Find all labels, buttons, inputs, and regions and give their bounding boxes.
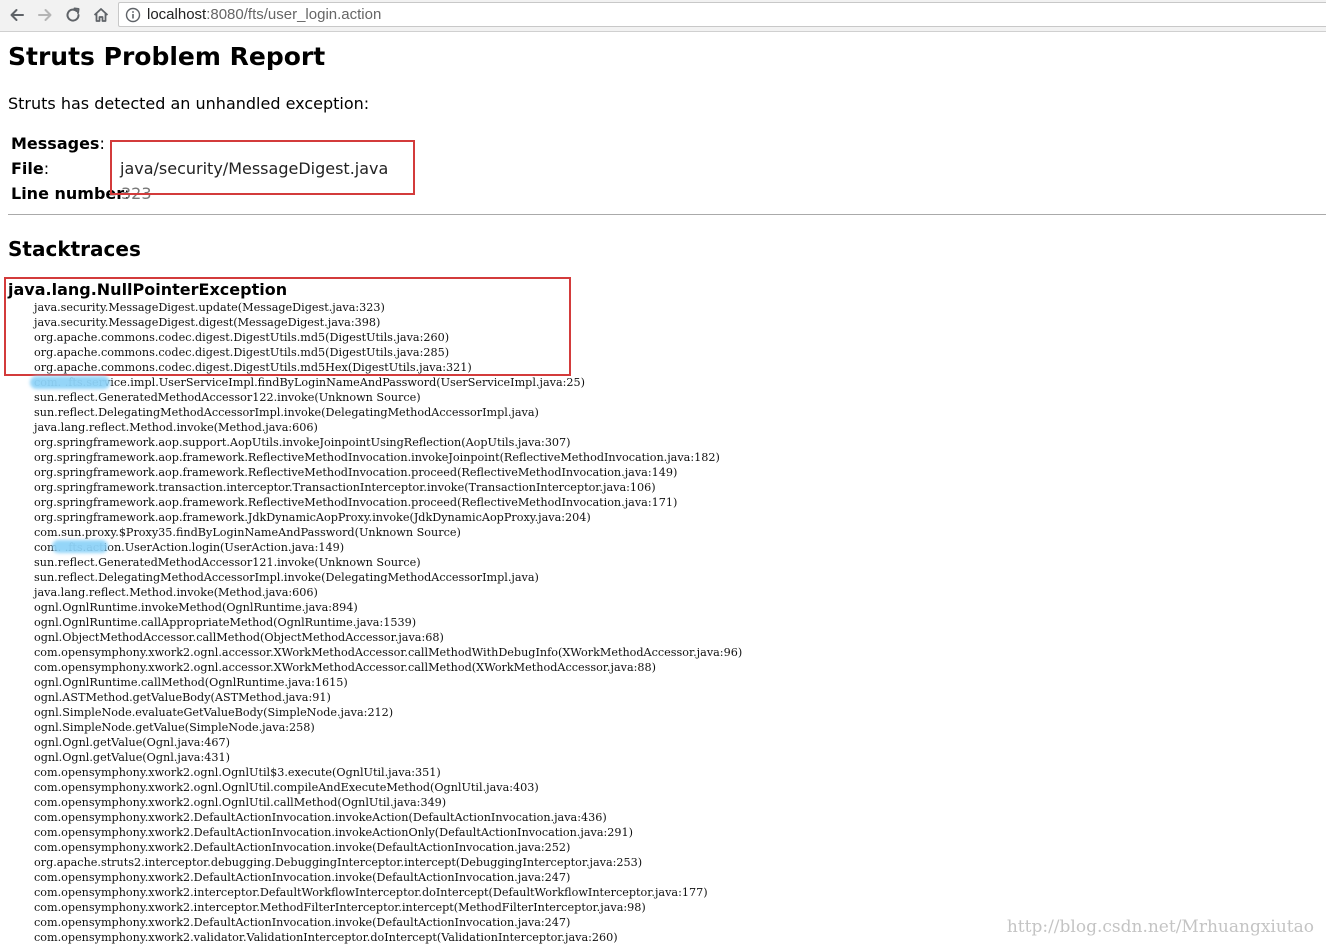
messages-label-text: Messages [11, 134, 100, 153]
stacktrace-line: org.springframework.aop.framework.Reflec… [34, 451, 720, 464]
stacktrace-line: org.springframework.aop.framework.JdkDyn… [34, 511, 591, 524]
stacktrace-line: ognl.SimpleNode.getValue(SimpleNode.java… [34, 721, 315, 734]
home-button[interactable] [89, 3, 113, 27]
forward-button[interactable] [33, 3, 57, 27]
stacktrace-line: ognl.OgnlRuntime.callAppropriateMethod(O… [34, 616, 417, 629]
stacktrace-line: java.lang.reflect.Method.invoke(Method.j… [34, 586, 318, 599]
back-button[interactable] [5, 3, 29, 27]
exception-name: java.lang.NullPointerException [8, 280, 288, 299]
stacktrace-line: ognl.ASTMethod.getValueBody(ASTMethod.ja… [34, 691, 331, 704]
stacktrace-line: com.opensymphony.xwork2.validator.Valida… [34, 931, 618, 944]
stacktrace-line: ognl.Ognl.getValue(Ognl.java:467) [34, 736, 230, 749]
stacktrace-line: org.apache.commons.codec.digest.DigestUt… [34, 346, 450, 359]
redaction-mask [52, 540, 108, 553]
file-label-colon: : [43, 159, 50, 178]
stacktrace-line: org.apache.commons.codec.digest.DigestUt… [34, 361, 472, 374]
stacktrace-line: com.opensymphony.xwork2.ognl.OgnlUtil.ca… [34, 796, 447, 809]
url-text[interactable]: localhost:8080/fts/user_login.action [147, 6, 381, 23]
home-icon [93, 8, 109, 22]
browser-toolbar: localhost:8080/fts/user_login.action [0, 0, 1326, 32]
stacktrace-line: org.springframework.aop.framework.Reflec… [34, 466, 678, 479]
stacktrace-line: ognl.ObjectMethodAccessor.callMethod(Obj… [34, 631, 444, 644]
stacktrace-line: com.opensymphony.xwork2.interceptor.Defa… [34, 886, 708, 899]
stacktrace-line: ognl.OgnlRuntime.callMethod(OgnlRuntime.… [34, 676, 348, 689]
file-label-text: File [11, 159, 44, 178]
stacktrace-line: com.opensymphony.xwork2.DefaultActionInv… [34, 841, 571, 854]
stacktrace-line: java.security.MessageDigest.update(Messa… [34, 301, 385, 314]
url-host: localhost [147, 6, 207, 23]
stacktrace-line: com.sun.proxy.$Proxy35.findByLoginNameAn… [34, 526, 461, 539]
stacktrace-line: sun.reflect.GeneratedMethodAccessor121.i… [34, 556, 421, 569]
stacktrace-line: com. .fts.service.impl.UserServiceImpl.f… [34, 376, 585, 389]
stacktrace-line: com.opensymphony.xwork2.DefaultActionInv… [34, 916, 571, 929]
stacktrace-line: com.opensymphony.xwork2.ognl.OgnlUtil$3.… [34, 766, 441, 779]
line-number-label: Line number: [11, 184, 130, 203]
redaction-mask [30, 376, 110, 389]
messages-label: Messages: [11, 134, 105, 153]
stacktrace-line: sun.reflect.DelegatingMethodAccessorImpl… [34, 571, 539, 584]
address-bar[interactable]: localhost:8080/fts/user_login.action [118, 2, 1326, 27]
stacktrace-line: ognl.SimpleNode.evaluateGetValueBody(Sim… [34, 706, 394, 719]
stacktrace-line: java.lang.reflect.Method.invoke(Method.j… [34, 421, 318, 434]
stacktrace-line: com.opensymphony.xwork2.ognl.accessor.XW… [34, 646, 743, 659]
intro-text: Struts has detected an unhandled excepti… [8, 94, 370, 113]
stacktrace-line: com. .fts.action.UserAction.login(UserAc… [34, 541, 345, 554]
stacktrace-line: com.opensymphony.xwork2.DefaultActionInv… [34, 811, 607, 824]
messages-label-colon: : [99, 134, 105, 153]
line-number-value: 323 [121, 184, 152, 203]
url-path: :8080/fts/user_login.action [206, 6, 382, 23]
stacktrace-line: com.opensymphony.xwork2.interceptor.Meth… [34, 901, 646, 914]
info-circle-icon[interactable] [125, 7, 141, 23]
stacktrace-line: ognl.Ognl.getValue(Ognl.java:431) [34, 751, 230, 764]
stacktrace-line: sun.reflect.GeneratedMethodAccessor122.i… [34, 391, 421, 404]
stacktrace-line: com.opensymphony.xwork2.DefaultActionInv… [34, 871, 571, 884]
back-arrow-icon [10, 9, 24, 21]
file-label: File: [11, 159, 49, 178]
stacktrace-line: ognl.OgnlRuntime.invokeMethod(OgnlRuntim… [34, 601, 358, 614]
stacktrace-line: org.apache.commons.codec.digest.DigestUt… [34, 331, 450, 344]
watermark: http://blog.csdn.net/Mrhuangxiutao [1006, 917, 1314, 937]
reload-button[interactable] [61, 3, 85, 27]
page-title: Struts Problem Report [8, 42, 326, 71]
line-number-label-text: Line number [11, 184, 125, 203]
stacktrace-line: org.springframework.aop.framework.Reflec… [34, 496, 678, 509]
section-divider [8, 214, 1326, 215]
stacktrace-line: com.opensymphony.xwork2.ognl.OgnlUtil.co… [34, 781, 539, 794]
stacktraces-title: Stacktraces [8, 237, 141, 261]
forward-arrow-icon [38, 9, 52, 21]
stacktrace-line: sun.reflect.DelegatingMethodAccessorImpl… [34, 406, 539, 419]
stacktrace-line: org.springframework.aop.support.AopUtils… [34, 436, 571, 449]
stacktrace-line: org.springframework.transaction.intercep… [34, 481, 656, 494]
stacktrace-line: com.opensymphony.xwork2.ognl.accessor.XW… [34, 661, 656, 674]
file-value: java/security/MessageDigest.java [120, 159, 389, 178]
stacktrace-line: java.security.MessageDigest.digest(Messa… [34, 316, 381, 329]
stacktrace-list: java.security.MessageDigest.update(Messa… [34, 300, 742, 945]
reload-icon [66, 7, 80, 22]
stacktrace-line: com.opensymphony.xwork2.DefaultActionInv… [34, 826, 633, 839]
stacktrace-line: org.apache.struts2.interceptor.debugging… [34, 856, 643, 869]
